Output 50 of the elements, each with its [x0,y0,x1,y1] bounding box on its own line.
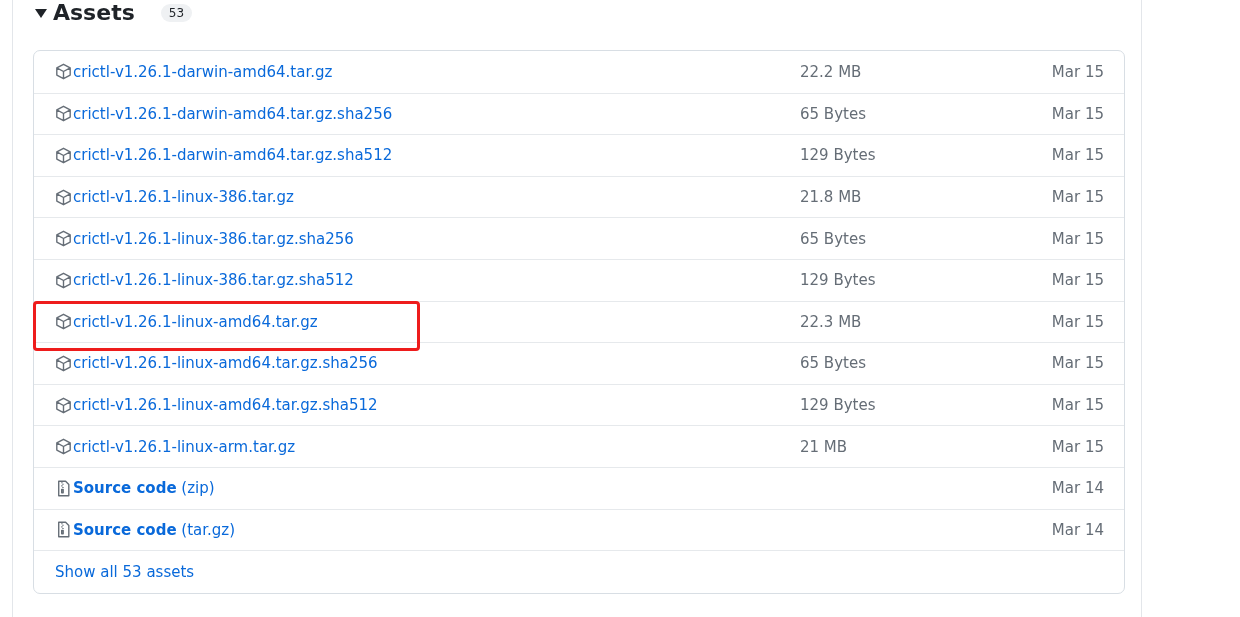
asset-date: Mar 15 [1051,271,1104,290]
asset-date: Mar 15 [1051,146,1104,165]
asset-link[interactable]: crictl-v1.26.1-darwin-amd64.tar.gz.sha512 [73,146,393,165]
asset-date: Mar 15 [1051,104,1104,123]
package-icon [55,105,72,123]
zip-file-icon [55,479,72,497]
file-size: 22.2 MB [800,62,863,81]
asset-link[interactable]: crictl-v1.26.1-linux-amd64.tar.gz.sha512 [73,396,378,415]
asset-link[interactable]: crictl-v1.26.1-darwin-amd64.tar.gz.sha256 [73,104,393,123]
asset-date: Mar 15 [1051,437,1104,456]
file-size: 129 Bytes [800,396,877,415]
file-size: 129 Bytes [800,146,877,165]
asset-link[interactable]: crictl-v1.26.1-linux-amd64.tar.gz [73,312,318,331]
asset-date: Mar 15 [1051,229,1104,248]
asset-link[interactable]: crictl-v1.26.1-linux-386.tar.gz [73,188,294,207]
section-title: Assets [53,0,135,26]
asset-date: Mar 15 [1051,62,1104,81]
caret-icon[interactable] [35,8,47,18]
file-size: 129 Bytes [800,271,877,290]
package-icon [55,63,72,81]
zip-file-icon [55,521,72,539]
count-badge: 53 [160,4,193,22]
asset-date: Mar 15 [1051,312,1104,331]
package-icon [55,354,72,372]
package-icon [55,147,72,164]
asset-link[interactable]: crictl-v1.26.1-darwin-amd64.tar.gz [73,62,333,81]
file-size: 65 Bytes [800,229,867,248]
asset-date: Mar 14 [1051,479,1104,498]
file-size: 65 Bytes [800,104,867,123]
asset-date: Mar 14 [1051,520,1104,539]
package-icon [55,188,72,206]
package-icon [55,230,72,248]
package-icon [55,396,72,414]
file-size: 65 Bytes [800,354,867,373]
asset-link[interactable]: Source code (zip) [73,479,215,498]
package-icon [55,271,72,289]
asset-date: Mar 15 [1051,354,1104,373]
asset-link[interactable]: crictl-v1.26.1-linux-386.tar.gz.sha256 [73,229,354,248]
asset-date: Mar 15 [1051,188,1104,207]
asset-link[interactable]: crictl-v1.26.1-linux-amd64.tar.gz.sha256 [73,354,378,373]
file-size: 22.3 MB [800,312,863,331]
file-size: 21.8 MB [800,188,863,207]
package-icon [55,313,72,331]
show-all-link[interactable]: Show all 53 assets [55,563,195,582]
asset-date: Mar 15 [1051,396,1104,415]
file-size: 21 MB [800,437,849,456]
asset-link[interactable]: crictl-v1.26.1-linux-arm.tar.gz [73,437,296,456]
asset-link[interactable]: Source code (tar.gz) [73,520,236,539]
asset-link[interactable]: crictl-v1.26.1-linux-386.tar.gz.sha512 [73,271,354,290]
package-icon [55,438,72,456]
